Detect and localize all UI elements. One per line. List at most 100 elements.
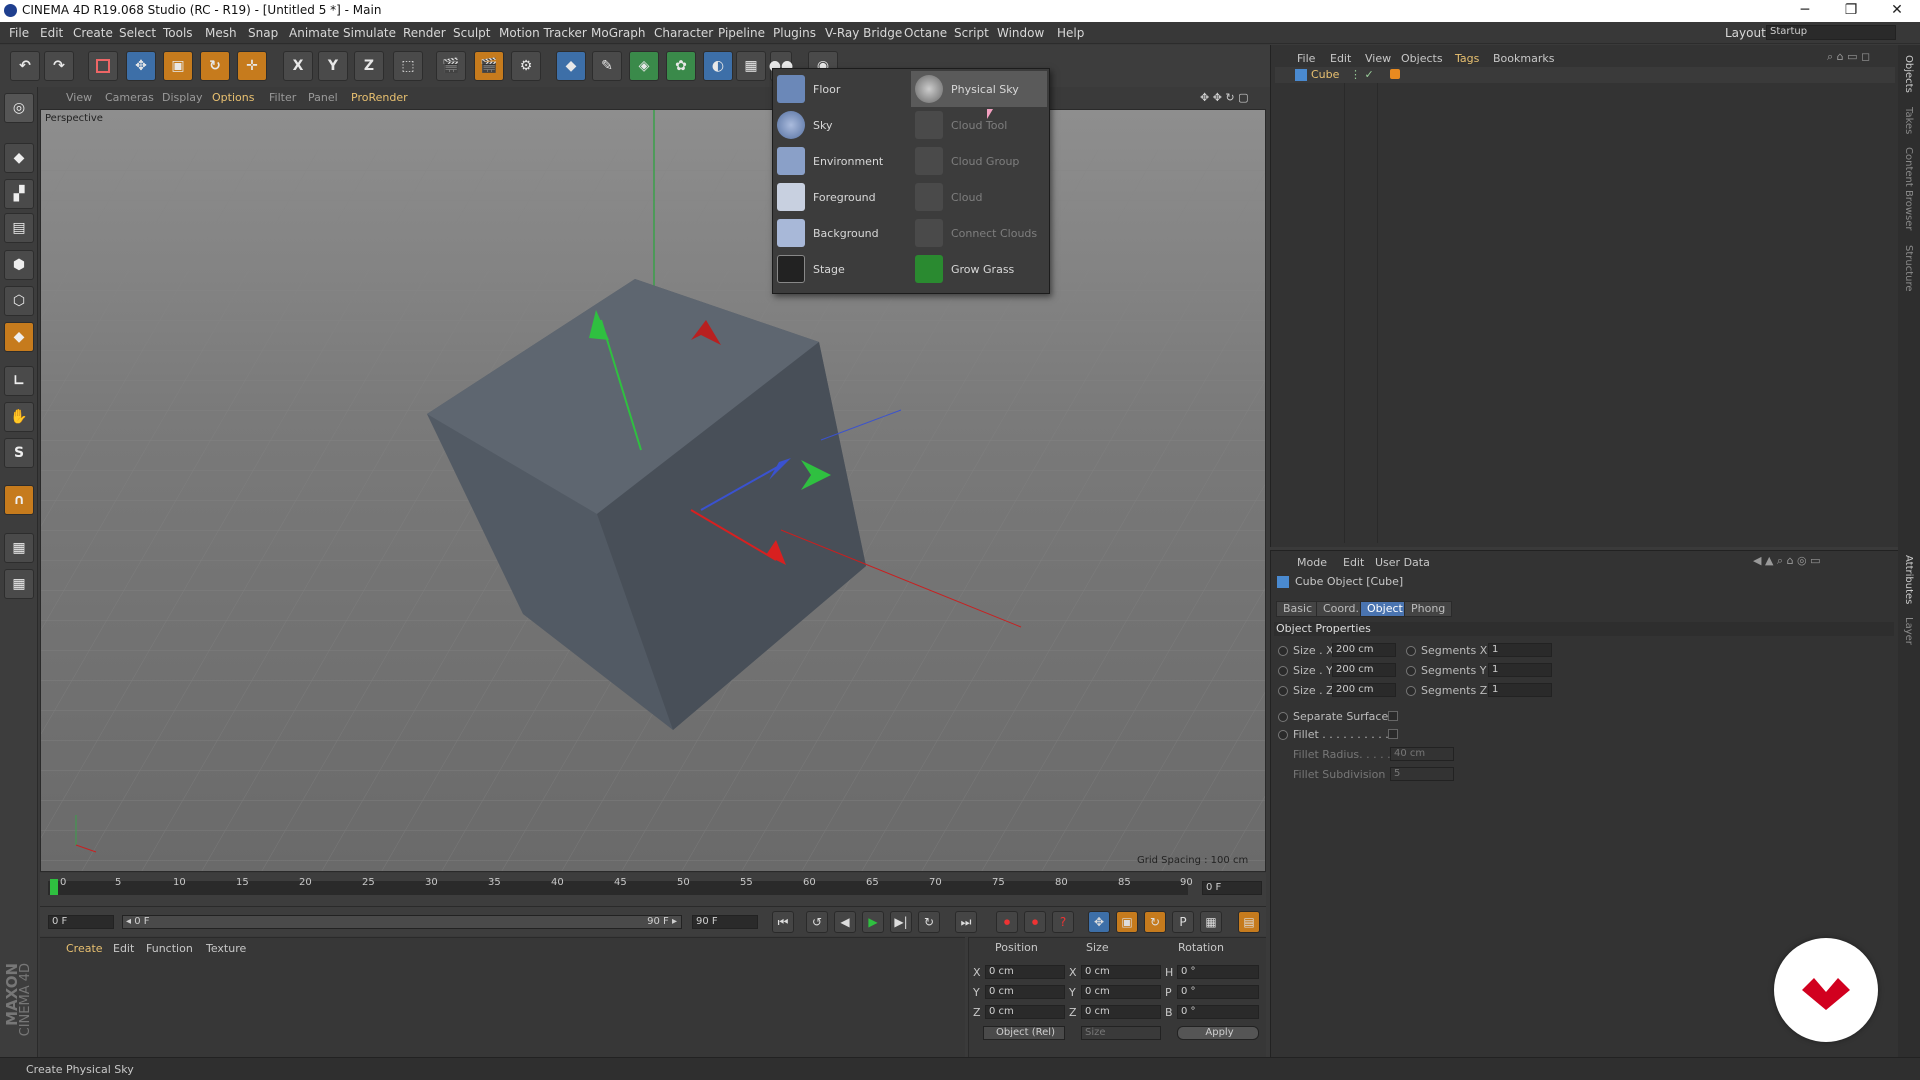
snap-icon[interactable]: S: [4, 438, 34, 468]
menu-create[interactable]: Create: [73, 26, 113, 40]
planar-workplane-icon[interactable]: ▦: [4, 569, 34, 599]
dropdown-item-physical-sky[interactable]: Physical Sky: [911, 71, 1047, 107]
dropdown-item-sky[interactable]: Sky: [773, 107, 909, 143]
menu-character[interactable]: Character: [654, 26, 713, 40]
edit-render-settings-icon[interactable]: ⚙: [511, 51, 541, 81]
menu-snap[interactable]: Snap: [248, 26, 278, 40]
dropdown-item-grow-grass[interactable]: Grow Grass: [911, 251, 1047, 287]
obj-menu-objects[interactable]: Objects: [1401, 52, 1443, 65]
timeline-ruler[interactable]: 0 5 10 15 20 25 30 35 40 45 50 55 60 65 …: [40, 873, 1266, 909]
dropdown-item-floor[interactable]: Floor: [773, 71, 909, 107]
dropdown-item-stage[interactable]: Stage: [773, 251, 909, 287]
size-y-input[interactable]: 200 cm: [1332, 663, 1396, 677]
edges-mode-icon[interactable]: ⬡: [4, 286, 34, 316]
size-mode-select[interactable]: Size: [1081, 1026, 1161, 1040]
current-frame-field[interactable]: 0 F: [48, 915, 114, 929]
segments-y-radio[interactable]: [1406, 666, 1416, 676]
size-x-field[interactable]: 0 cm: [1081, 965, 1161, 979]
strip-tab-takes[interactable]: Takes: [1903, 107, 1914, 134]
render-picture-viewer-icon[interactable]: 🎬: [474, 51, 504, 81]
strip-tab-attributes[interactable]: Attributes: [1903, 555, 1914, 604]
go-to-start-icon[interactable]: ⏮: [772, 911, 794, 933]
rotation-b-field[interactable]: 0 °: [1177, 1005, 1259, 1019]
minimize-button[interactable]: ─: [1782, 0, 1828, 22]
obj-menu-view[interactable]: View: [1365, 52, 1391, 65]
segments-z-input[interactable]: 1: [1488, 683, 1552, 697]
segments-x-input[interactable]: 1: [1488, 643, 1552, 657]
points-mode-icon[interactable]: ⬢: [4, 250, 34, 280]
workplane-mode-icon[interactable]: ▤: [4, 213, 34, 243]
size-x-radio[interactable]: [1278, 646, 1288, 656]
restore-button[interactable]: ❐: [1828, 0, 1874, 22]
vp-menu-cameras[interactable]: Cameras: [105, 91, 154, 104]
vp-menu-options[interactable]: Options: [212, 91, 254, 104]
position-y-field[interactable]: 0 cm: [985, 985, 1065, 999]
segments-z-radio[interactable]: [1406, 686, 1416, 696]
rotation-p-field[interactable]: 0 °: [1177, 985, 1259, 999]
tab-phong[interactable]: Phong: [1404, 601, 1453, 617]
enable-axis-icon[interactable]: ∟: [4, 366, 34, 396]
size-y-field[interactable]: 0 cm: [1081, 985, 1161, 999]
polygons-mode-icon[interactable]: ◆: [4, 322, 34, 352]
separate-surfaces-radio[interactable]: [1278, 712, 1288, 722]
move-tool-icon[interactable]: ✥: [126, 51, 156, 81]
menu-mesh[interactable]: Mesh: [205, 26, 237, 40]
live-selection-icon[interactable]: [88, 51, 118, 81]
key-parameter-icon[interactable]: P: [1172, 911, 1194, 933]
floor-scene-icon[interactable]: ▦: [736, 51, 766, 81]
viewport-nav-icons[interactable]: ✥ ✥ ↻ ▢: [1200, 91, 1249, 104]
menu-plugins[interactable]: Plugins: [773, 26, 816, 40]
playhead[interactable]: [50, 879, 58, 895]
menu-simulate[interactable]: Simulate: [343, 26, 396, 40]
dropdown-item-foreground[interactable]: Foreground: [773, 179, 909, 215]
tab-basic[interactable]: Basic: [1276, 601, 1320, 617]
coord-mode-select[interactable]: Object (Rel): [983, 1026, 1065, 1040]
menu-animate[interactable]: Animate: [289, 26, 339, 40]
coordinate-system-icon[interactable]: ⬚: [393, 51, 423, 81]
obj-menu-bookmarks[interactable]: Bookmarks: [1493, 52, 1554, 65]
deformer-icon[interactable]: ◐: [703, 51, 733, 81]
size-x-input[interactable]: 200 cm: [1332, 643, 1396, 657]
menu-file[interactable]: File: [9, 26, 29, 40]
scale-tool-icon[interactable]: ▣: [163, 51, 193, 81]
timeline-window-icon[interactable]: ▤: [1238, 911, 1260, 933]
dropdown-item-environment[interactable]: Environment: [773, 143, 909, 179]
attr-menu-edit[interactable]: Edit: [1343, 556, 1364, 569]
undo-button[interactable]: ↶: [10, 51, 40, 81]
rotation-h-field[interactable]: 0 °: [1177, 965, 1259, 979]
vp-menu-display[interactable]: Display: [162, 91, 203, 104]
fillet-radio[interactable]: [1278, 730, 1288, 740]
obj-menu-file[interactable]: File: [1297, 52, 1315, 65]
next-frame-icon[interactable]: ▶|: [890, 911, 912, 933]
fillet-checkbox[interactable]: [1388, 729, 1398, 739]
size-z-field[interactable]: 0 cm: [1081, 1005, 1161, 1019]
position-x-field[interactable]: 0 cm: [985, 965, 1065, 979]
strip-tab-objects[interactable]: Objects: [1903, 55, 1914, 93]
keyframe-selection-icon[interactable]: ?: [1052, 911, 1074, 933]
play-icon[interactable]: ▶: [862, 911, 884, 933]
menu-pipeline[interactable]: Pipeline: [718, 26, 765, 40]
vp-menu-panel[interactable]: Panel: [308, 91, 338, 104]
mat-menu-texture[interactable]: Texture: [206, 942, 246, 955]
size-z-input[interactable]: 200 cm: [1332, 683, 1396, 697]
key-scale-icon[interactable]: ▣: [1116, 911, 1138, 933]
autokey-icon[interactable]: ⏺: [1024, 911, 1046, 933]
pen-spline-icon[interactable]: ✎: [592, 51, 622, 81]
phong-tag-icon[interactable]: [1390, 69, 1400, 79]
prev-frame-icon[interactable]: ◀: [834, 911, 856, 933]
cloner-icon[interactable]: ✿: [666, 51, 696, 81]
position-z-field[interactable]: 0 cm: [985, 1005, 1065, 1019]
z-axis-lock-button[interactable]: Z: [354, 51, 384, 81]
size-z-radio[interactable]: [1278, 686, 1288, 696]
go-to-end-icon[interactable]: ⏭: [955, 911, 977, 933]
recent-tool-icon[interactable]: ✛: [237, 51, 267, 81]
menu-help[interactable]: Help: [1057, 26, 1084, 40]
menu-mograph[interactable]: MoGraph: [591, 26, 646, 40]
strip-tab-layer[interactable]: Layer: [1903, 617, 1914, 645]
segments-y-input[interactable]: 1: [1488, 663, 1552, 677]
attr-menu-user-data[interactable]: User Data: [1375, 556, 1430, 569]
tweak-icon[interactable]: ✋: [4, 402, 34, 432]
texture-mode-icon[interactable]: ▞: [4, 179, 34, 209]
repeat-icon[interactable]: ↻: [918, 911, 940, 933]
visibility-toggle-icon[interactable]: ⋮ ✓: [1350, 68, 1374, 81]
